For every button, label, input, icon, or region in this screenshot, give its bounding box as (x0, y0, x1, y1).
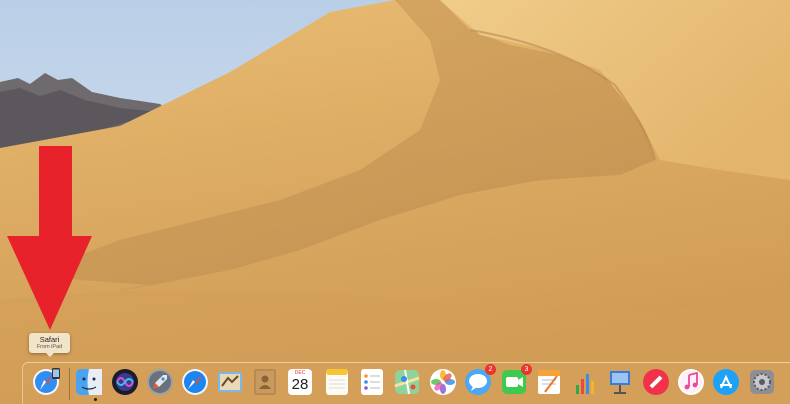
notes-icon[interactable] (323, 368, 351, 396)
itunes-icon[interactable] (677, 368, 705, 396)
news-icon[interactable] (642, 368, 670, 396)
dock-tooltip: Safari From iPad (29, 333, 70, 357)
dock-separator (69, 368, 70, 400)
red-arrow-down-icon (7, 146, 92, 330)
numbers-icon[interactable] (571, 368, 599, 396)
siri-icon[interactable] (111, 368, 139, 396)
pages-icon[interactable] (535, 368, 563, 396)
facetime-icon[interactable]: 3 (500, 364, 532, 396)
calendar-day: 28 (291, 376, 309, 393)
finder-icon[interactable] (75, 368, 103, 396)
facetime-badge: 3 (521, 364, 532, 375)
calendar-icon[interactable]: DEC 28 (286, 368, 314, 396)
messages-icon[interactable]: 2 (464, 364, 496, 396)
desktop: Safari From iPad DEC 28 2 3 (0, 0, 790, 404)
keynote-icon[interactable] (606, 368, 634, 396)
safari-icon[interactable] (181, 368, 209, 396)
tooltip-subtitle: From iPad (36, 343, 63, 350)
gear-icon[interactable] (748, 368, 776, 396)
tooltip-title: Safari (39, 335, 60, 344)
finder-running-indicator (94, 398, 97, 401)
messages-badge: 2 (485, 364, 496, 375)
contacts-icon[interactable] (251, 368, 279, 396)
reminders-icon[interactable] (358, 368, 386, 396)
app-store-icon[interactable] (712, 368, 740, 396)
launchpad-icon[interactable] (146, 368, 174, 396)
maps-icon[interactable] (393, 368, 421, 396)
safari-ipad-icon[interactable] (32, 368, 60, 396)
photos-icon[interactable] (429, 368, 457, 396)
mail-icon[interactable] (216, 368, 244, 396)
